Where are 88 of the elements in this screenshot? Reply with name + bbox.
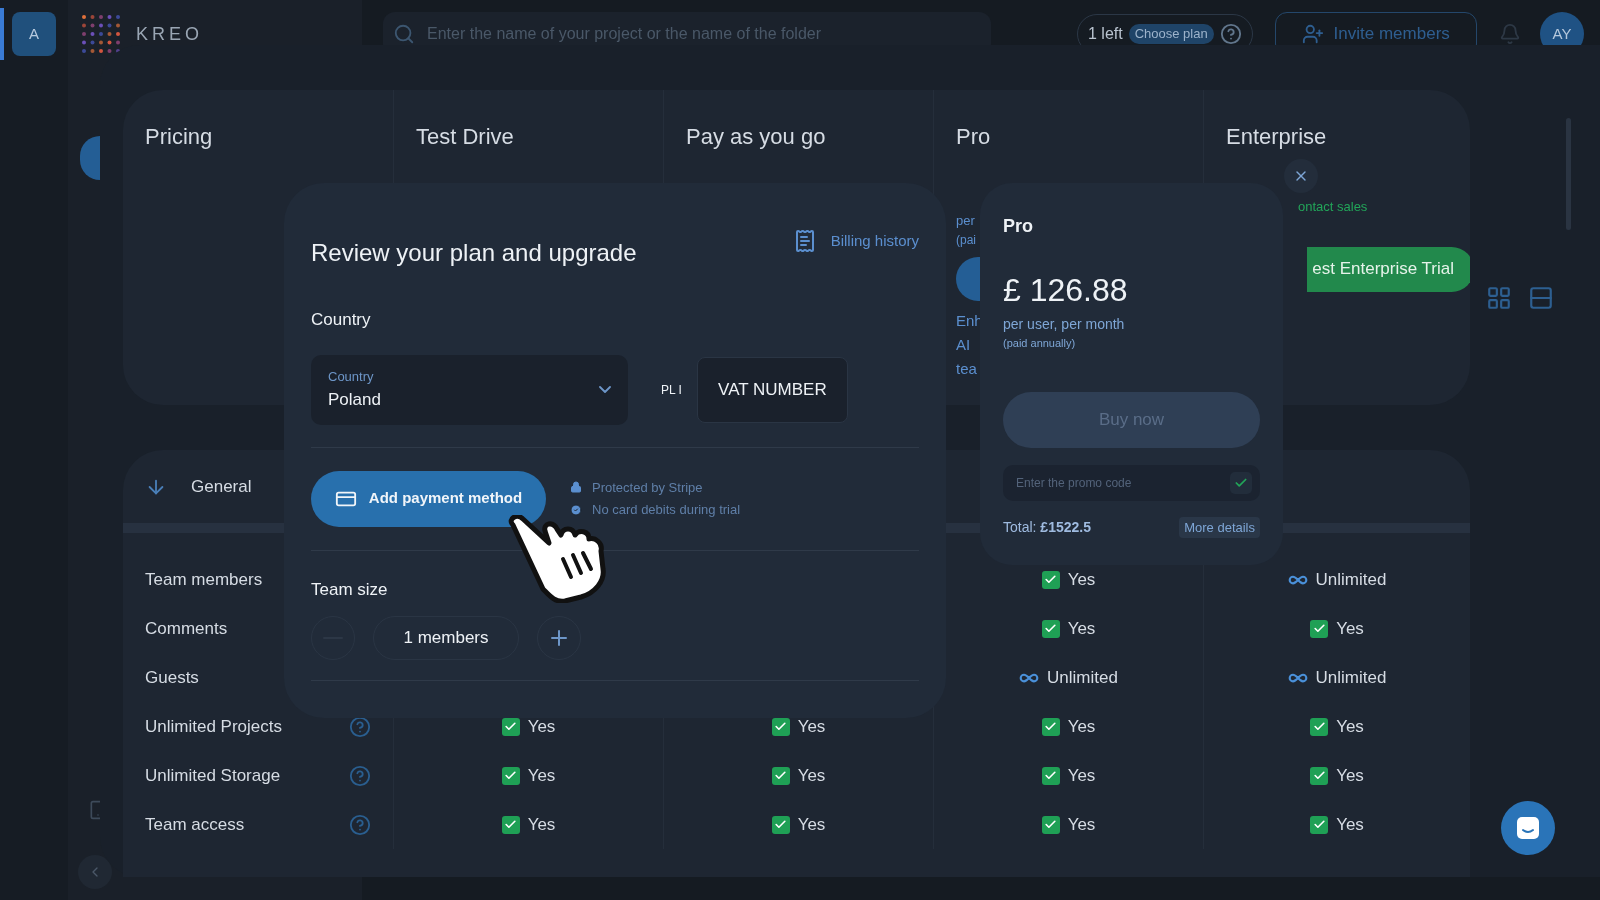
grid-view-icon[interactable] bbox=[1486, 285, 1512, 311]
feature-value: Yes bbox=[1067, 617, 1096, 640]
plan-name: Test Drive bbox=[416, 123, 514, 151]
logo-icon bbox=[80, 13, 122, 55]
add-user-icon bbox=[1301, 23, 1324, 45]
enterprise-trial-button[interactable]: est Enterprise Trial bbox=[1307, 246, 1470, 292]
feature-value: Yes bbox=[1067, 764, 1096, 787]
plan-price: £ 126.88 bbox=[1003, 271, 1129, 310]
logo-text: KREO bbox=[136, 22, 203, 46]
billing-history-link[interactable]: Billing history bbox=[792, 229, 919, 253]
feature-value: Yes bbox=[1336, 617, 1364, 640]
close-button[interactable] bbox=[1284, 159, 1318, 193]
feature-value: Yes bbox=[797, 715, 826, 738]
country-select[interactable]: Country Poland bbox=[311, 354, 628, 425]
plan-count: 1 left bbox=[1088, 24, 1123, 44]
feature-label: Guests bbox=[145, 666, 199, 689]
feature-value: Yes bbox=[1336, 813, 1364, 836]
feature-value: Unlimited bbox=[1315, 568, 1387, 591]
bell-icon[interactable] bbox=[1498, 23, 1521, 45]
contact-sales-link[interactable]: ontact sales bbox=[1298, 197, 1368, 217]
add-payment-method-button[interactable]: Add payment method bbox=[311, 470, 546, 527]
checkbox-icon bbox=[771, 815, 790, 834]
feature-value: Yes bbox=[1067, 568, 1096, 591]
checkbox-icon bbox=[1041, 815, 1060, 834]
checkbox-icon bbox=[1041, 766, 1060, 785]
more-details-button[interactable]: More details bbox=[1179, 516, 1260, 538]
checkbox-icon bbox=[501, 766, 520, 785]
help-icon[interactable] bbox=[349, 813, 371, 836]
security-note: No card debits during trial bbox=[592, 501, 741, 519]
feature-label: Unlimited Projects bbox=[145, 715, 282, 738]
plan-name: Pay as you go bbox=[686, 123, 826, 151]
feature-label: Team access bbox=[145, 813, 245, 836]
promo-code-field[interactable]: Enter the promo code bbox=[1003, 464, 1260, 501]
checkbox-icon bbox=[771, 766, 790, 785]
plan-name: Enterprise bbox=[1226, 123, 1327, 151]
feature-label: Team members bbox=[145, 568, 263, 591]
pro-button[interactable] bbox=[956, 256, 982, 301]
total-price: Total: £1522.5 bbox=[1003, 517, 1091, 537]
checkbox-icon bbox=[1041, 717, 1060, 736]
list-view-icon[interactable] bbox=[1528, 285, 1554, 311]
chat-icon bbox=[1515, 815, 1541, 841]
choose-plan-button[interactable]: Choose plan bbox=[1128, 24, 1214, 44]
check-circle-icon bbox=[570, 503, 582, 516]
checkbox-icon bbox=[1310, 619, 1329, 638]
plan-name: Pro bbox=[1003, 215, 1034, 238]
price-period: per user, per month bbox=[1003, 315, 1126, 334]
feature-value: Yes bbox=[527, 813, 556, 836]
checkbox-icon bbox=[1041, 570, 1060, 589]
plan-description: AI bbox=[956, 334, 971, 355]
collapse-button[interactable] bbox=[78, 855, 112, 889]
security-note: Protected by Stripe bbox=[592, 478, 703, 497]
country-heading: Country bbox=[311, 309, 372, 331]
plan-name: Pro bbox=[956, 123, 991, 151]
help-icon[interactable] bbox=[349, 715, 371, 738]
price-note: (pai bbox=[956, 231, 976, 249]
team-size-heading: Team size bbox=[311, 578, 389, 601]
checkbox-icon bbox=[1310, 766, 1329, 785]
feature-value: Unlimited bbox=[1047, 666, 1118, 689]
chevron-down-icon bbox=[599, 386, 611, 393]
feature-value: Unlimited bbox=[1315, 666, 1387, 689]
vat-prefix: PL I bbox=[661, 381, 682, 399]
feature-value: Yes bbox=[1067, 813, 1096, 836]
dialog-title: Review your plan and upgrade bbox=[311, 238, 637, 268]
vat-number-field[interactable]: VAT NUMBER bbox=[696, 356, 848, 423]
section-title: General bbox=[191, 475, 252, 498]
feature-value: Yes bbox=[1067, 715, 1096, 738]
checkbox-icon bbox=[1041, 619, 1060, 638]
help-icon[interactable] bbox=[349, 764, 371, 787]
feature-label: Unlimited Storage bbox=[145, 764, 281, 787]
plan-description: tea bbox=[956, 358, 977, 379]
feature-value: Yes bbox=[1336, 764, 1364, 787]
feature-value: Yes bbox=[797, 813, 826, 836]
feature-label: Comments bbox=[145, 617, 228, 640]
apply-button[interactable] bbox=[1230, 471, 1252, 494]
checkbox-icon bbox=[1310, 717, 1329, 736]
feature-value: Yes bbox=[527, 764, 556, 787]
pricing-title: Pricing bbox=[145, 124, 213, 149]
checkbox-icon bbox=[1310, 815, 1329, 834]
feature-value: Yes bbox=[797, 764, 826, 787]
price-note: per bbox=[956, 212, 975, 230]
checkbox-icon bbox=[501, 815, 520, 834]
feature-value: Yes bbox=[527, 715, 556, 738]
search-icon bbox=[393, 23, 415, 45]
help-icon[interactable] bbox=[1219, 23, 1242, 45]
feature-value: Yes bbox=[1336, 715, 1364, 738]
lock-icon bbox=[570, 481, 582, 494]
workspace-avatar[interactable]: A bbox=[12, 12, 56, 56]
billing-period: (paid annually) bbox=[1003, 336, 1077, 351]
